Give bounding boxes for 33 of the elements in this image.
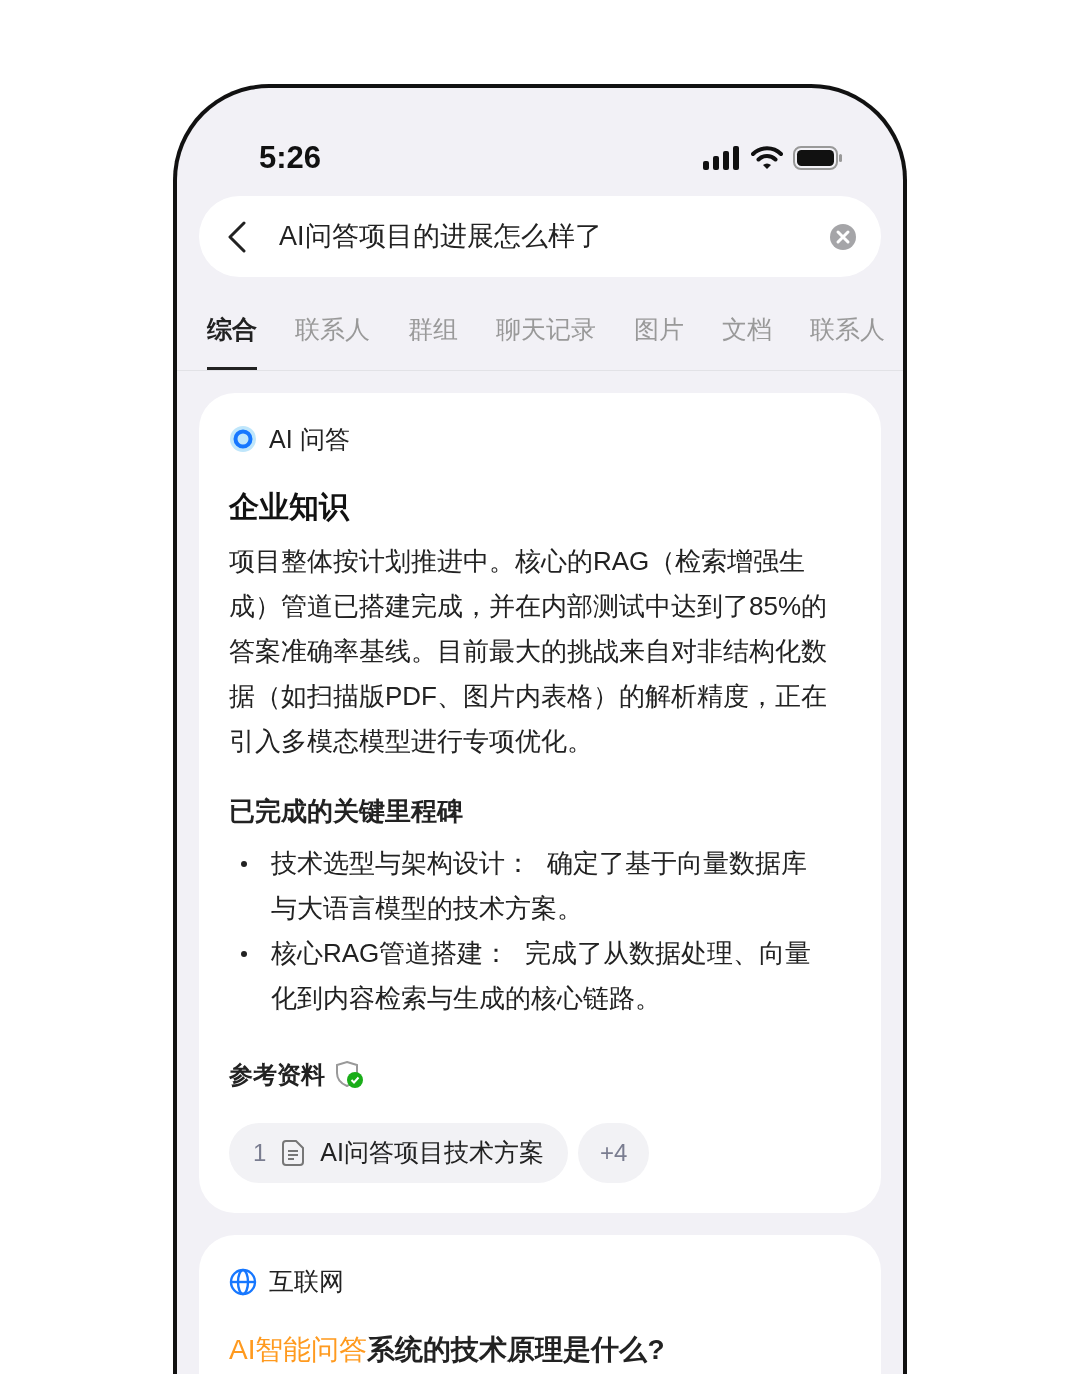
reference-title: AI问答项目技术方案: [320, 1137, 544, 1169]
bullet-icon: [241, 951, 247, 957]
back-icon[interactable]: [227, 220, 247, 253]
reference-chip[interactable]: 1 AI问答项目技术方案: [229, 1123, 568, 1183]
search-field[interactable]: AI问答项目的进展怎么样了: [199, 196, 881, 277]
verified-shield-icon: [335, 1060, 365, 1090]
milestone-text: 核心RAG管道搭建： 完成了从数据处理、向量化到内容检索与生成的核心链路。: [271, 937, 813, 1015]
tab[interactable]: 文档: [722, 311, 772, 370]
globe-icon: [229, 1267, 257, 1296]
card-label: AI 问答: [269, 423, 350, 455]
bullet-icon: [241, 861, 247, 867]
card-label: 互联网: [269, 1266, 344, 1297]
milestones-title: 已完成的关键里程碑: [229, 795, 464, 828]
question-text: AI智能问答系统的技术原理是什么?: [229, 1332, 666, 1367]
tab[interactable]: 联系人: [295, 311, 370, 370]
search-query: AI问答项目的进展怎么样了: [279, 221, 602, 252]
battery-icon: [793, 146, 843, 170]
signal-icon: [703, 146, 741, 170]
milestone-text: 技术选型与架构设计： 确定了基于向量数据库与大语言模型的技术方案。: [271, 847, 808, 925]
tab[interactable]: 群组: [408, 311, 458, 370]
tab[interactable]: 联系人: [810, 311, 885, 370]
document-icon: [282, 1140, 305, 1166]
ring-icon: [229, 425, 257, 454]
status-time: 5:26: [259, 138, 322, 177]
more-references-button[interactable]: +4: [578, 1123, 650, 1183]
tab[interactable]: 聊天记录: [496, 311, 596, 370]
tab[interactable]: 图片: [634, 311, 684, 370]
references-title: 参考资料: [229, 1060, 325, 1090]
section-title: 企业知识: [229, 489, 351, 525]
reference-index: 1: [253, 1138, 267, 1168]
summary-text: 项目整体按计划推进中。核心的RAG（检索增强生成）管道已搭建完成，并在内部测试中达到了85%的答案准确率基线。目前最大的挑战来自对非结构化数据（如扫描版PDF、图片内表格）的解析精度，正在引入多模态模型进行专项优化。: [229, 545, 829, 758]
wifi-icon: [751, 146, 783, 170]
tab[interactable]: 综合: [207, 311, 257, 370]
